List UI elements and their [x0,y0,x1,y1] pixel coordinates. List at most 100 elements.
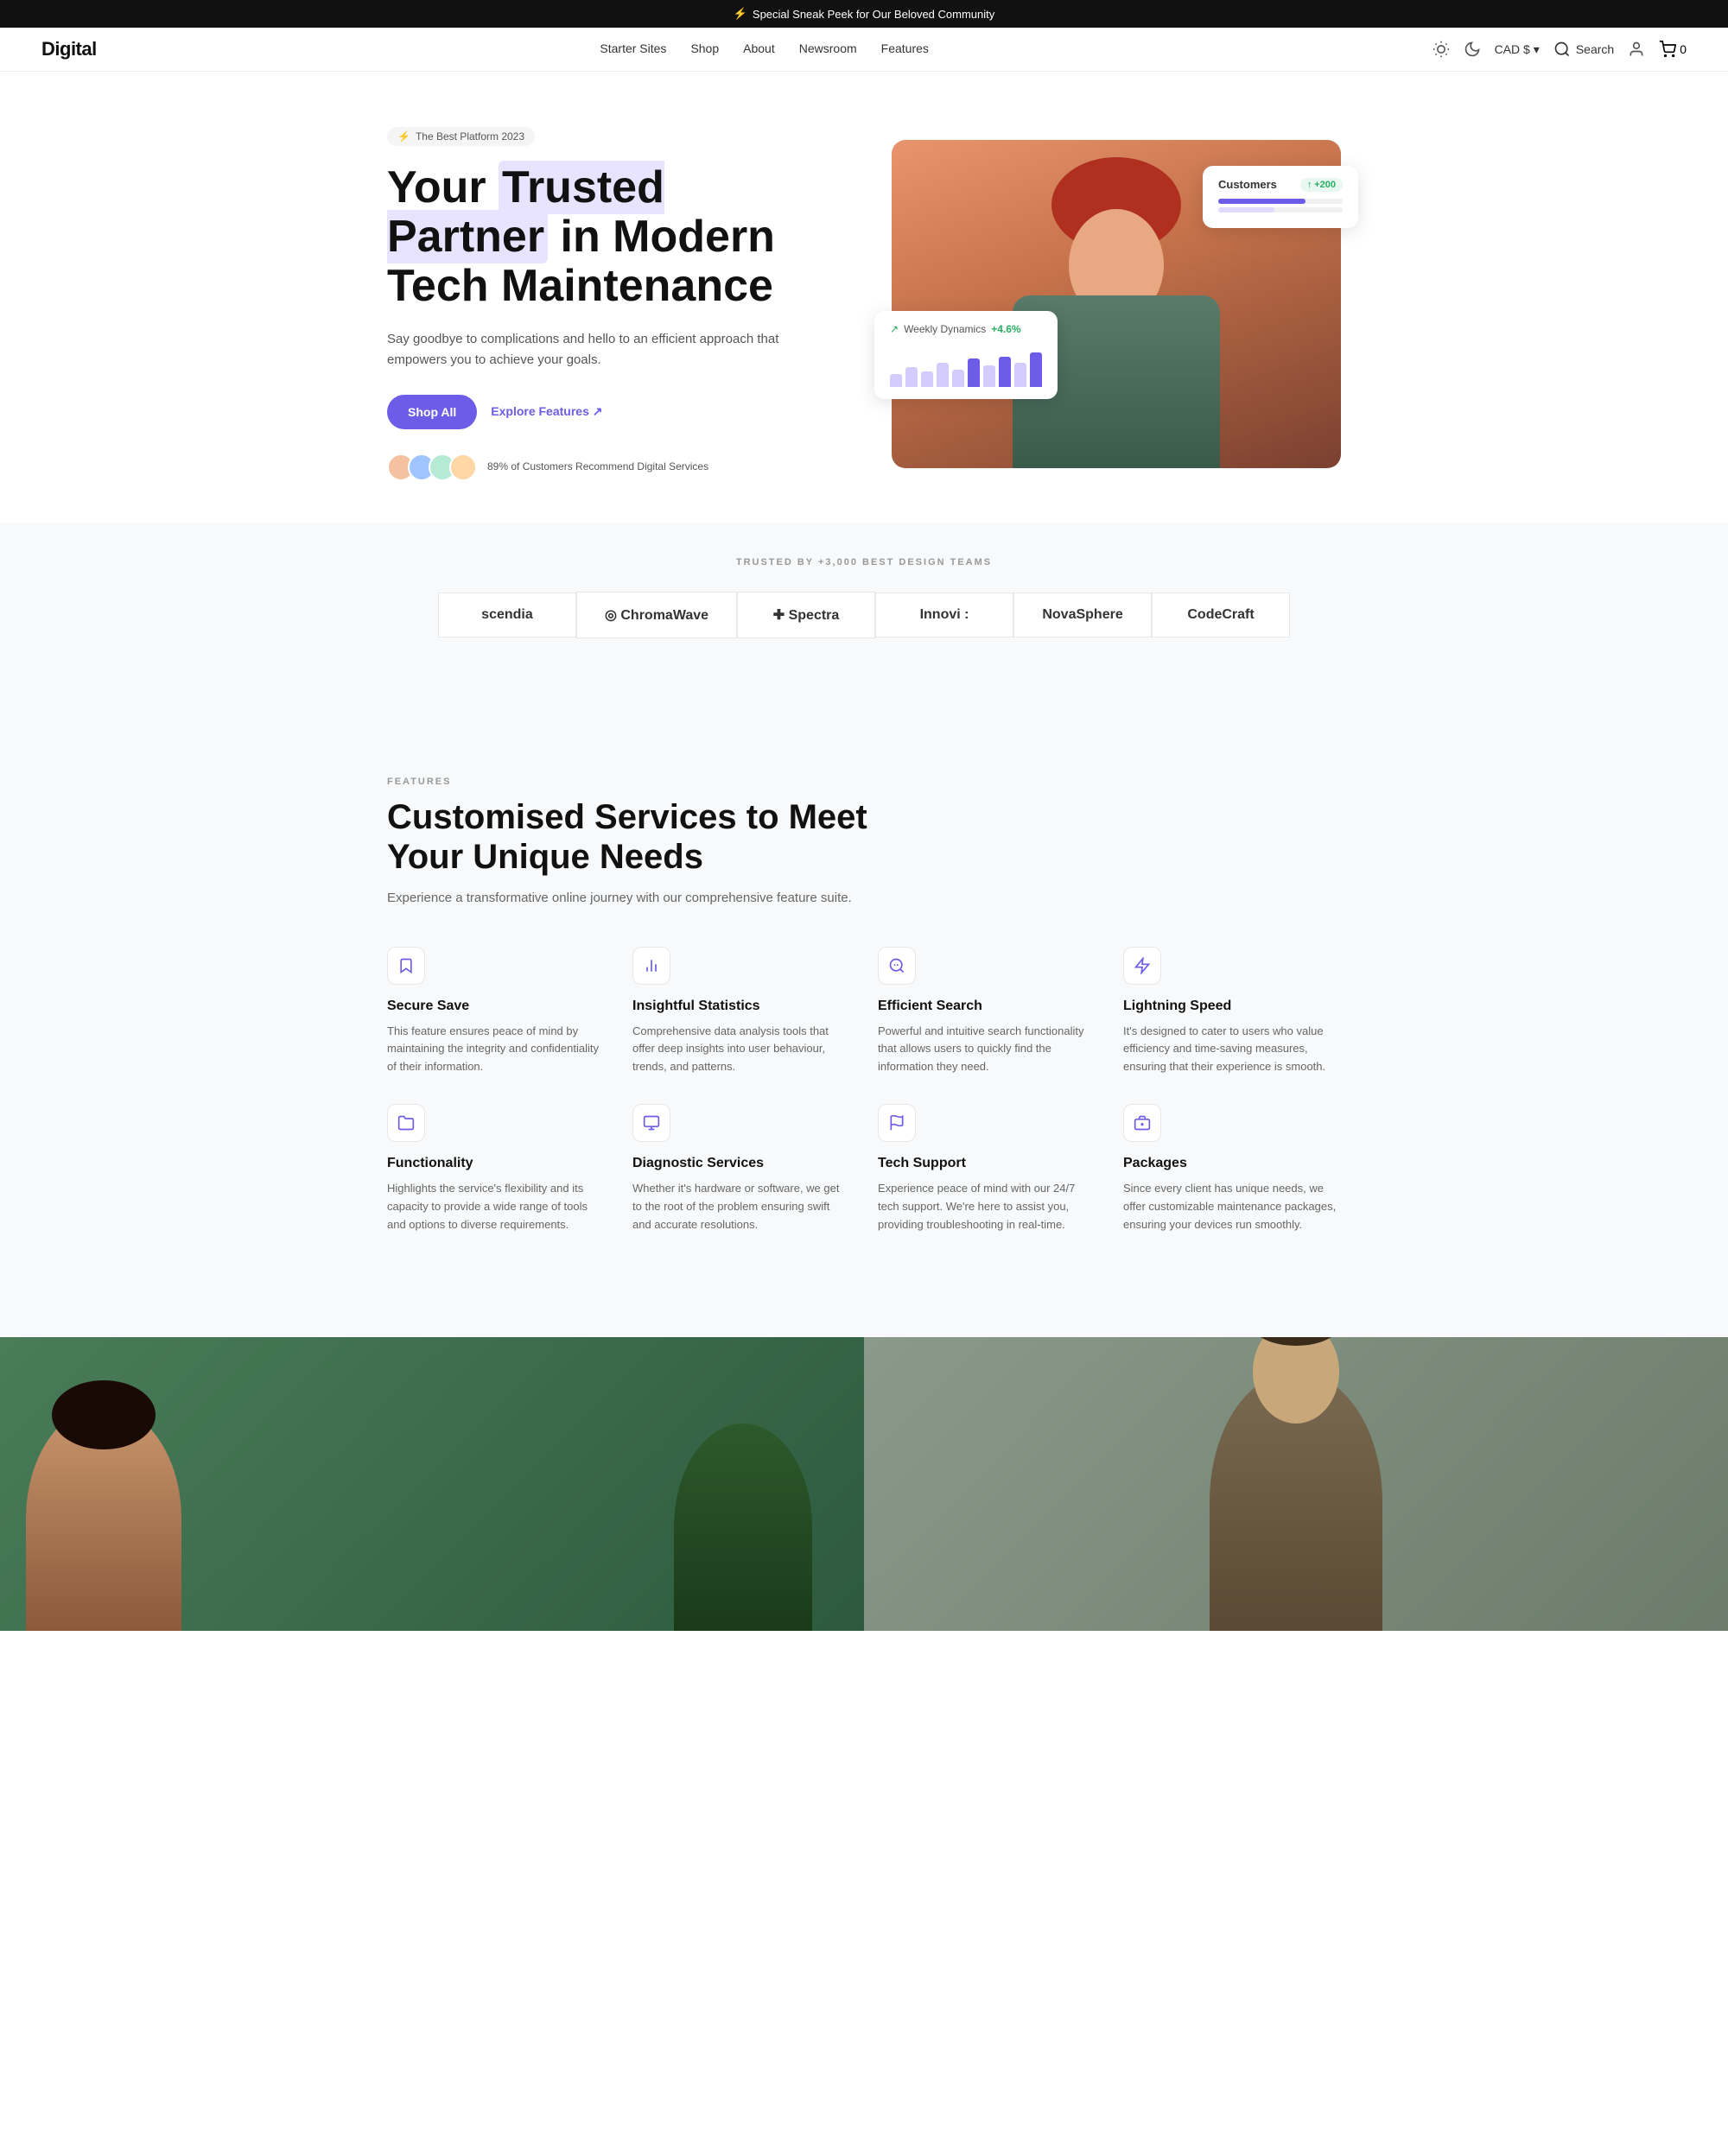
brand-name: NovaSphere [1042,607,1122,623]
feature-desc: Highlights the service's flexibility and… [387,1180,605,1233]
feature-name: Functionality [387,1156,605,1171]
features-label: FEATURES [387,777,1341,787]
feature-tech-support: Tech Support Experience peace of mind wi… [878,1104,1096,1233]
features-title: Customised Services to Meet Your Unique … [387,797,871,877]
main-nav: Starter Sites Shop About Newsroom Featur… [600,41,928,57]
efficient-search-icon [878,947,916,985]
nav-newsroom[interactable]: Newsroom [799,41,857,55]
nav-list: Starter Sites Shop About Newsroom Featur… [600,41,928,57]
hero-section: ⚡ The Best Platform 2023 Your Trusted Pa… [346,72,1382,523]
hero-left: ⚡ The Best Platform 2023 Your Trusted Pa… [387,127,802,481]
trend-icon: ↗ [890,323,899,335]
customers-float-card: Customers ↑ +200 [1203,166,1358,228]
feature-packages: Packages Since every client has unique n… [1123,1104,1341,1233]
gallery-item-2 [864,1337,1728,1631]
announcement-text: Special Sneak Peek for Our Beloved Commu… [753,8,994,21]
badge-bolt-icon: ⚡ [397,130,410,143]
brand-name: ✚ Spectra [773,606,840,624]
feature-desc: It's designed to cater to users who valu… [1123,1023,1341,1076]
brand-scendia: scendia [438,593,576,637]
logo[interactable]: Digital [41,38,97,60]
announcement-bar: ⚡ Special Sneak Peek for Our Beloved Com… [0,0,1728,28]
currency-label: CAD $ [1495,42,1530,56]
brand-chromawave: ◎ ChromaWave [576,592,737,638]
progress-bars [1218,199,1343,212]
feature-desc: Since every client has unique needs, we … [1123,1180,1341,1233]
feature-name: Packages [1123,1156,1341,1171]
hero-description: Say goodbye to complications and hello t… [387,329,802,371]
feature-desc: Comprehensive data analysis tools that o… [632,1023,850,1076]
currency-selector[interactable]: CAD $ ▾ [1495,42,1540,57]
customers-badge: ↑ +200 [1300,178,1343,192]
lightning-speed-icon [1123,947,1161,985]
diagnostic-icon [632,1104,670,1142]
feature-lightning-speed: Lightning Speed It's designed to cater t… [1123,947,1341,1076]
feature-desc: Experience peace of mind with our 24/7 t… [878,1180,1096,1233]
social-proof: 89% of Customers Recommend Digital Servi… [387,453,802,481]
chevron-down-icon: ▾ [1534,42,1540,57]
chart-label: Weekly Dynamics [904,323,986,335]
feature-secure-save: Secure Save This feature ensures peace o… [387,947,605,1076]
chart-header: ↗ Weekly Dynamics +4.6% [890,323,1042,335]
features-grid: Secure Save This feature ensures peace o… [387,947,1341,1234]
badge-text: The Best Platform 2023 [416,130,524,143]
search-button[interactable]: Search [1553,41,1614,58]
explore-features-button[interactable]: Explore Features ↗ [491,404,602,419]
feature-desc: This feature ensures peace of mind by ma… [387,1023,605,1076]
bolt-icon: ⚡ [734,7,747,21]
brand-innovi: Innovi : [875,593,1013,637]
header: Digital Starter Sites Shop About Newsroo… [0,28,1728,72]
insightful-stats-icon [632,947,670,985]
theme-light-button[interactable] [1433,41,1450,58]
cart-button[interactable]: 0 [1659,41,1687,58]
chart-value: +4.6% [991,323,1020,335]
hero-right: Customers ↑ +200 ↗ Weekly Dynamics +4.6% [892,140,1341,468]
nav-shop[interactable]: Shop [690,41,719,55]
brand-novasphere: NovaSphere [1013,593,1152,637]
hero-buttons: Shop All Explore Features ↗ [387,395,802,429]
brand-spectra: ✚ Spectra [737,592,875,638]
features-section: FEATURES Customised Services to Meet You… [346,707,1382,1303]
avatar-stack [387,453,477,481]
feature-efficient-search: Efficient Search Powerful and intuitive … [878,947,1096,1076]
search-label: Search [1576,42,1614,56]
bottom-gallery [0,1337,1728,1631]
secure-save-icon [387,947,425,985]
weekly-dynamics-card: ↗ Weekly Dynamics +4.6% [874,311,1058,399]
nav-about[interactable]: About [743,41,775,55]
nav-starter-sites[interactable]: Starter Sites [600,41,666,55]
hero-badge: ⚡ The Best Platform 2023 [387,127,535,146]
feature-name: Insightful Statistics [632,999,850,1014]
header-actions: CAD $ ▾ Search 0 [1433,41,1687,58]
feature-diagnostic: Diagnostic Services Whether it's hardwar… [632,1104,850,1233]
nav-features[interactable]: Features [881,41,929,55]
hero-title: Your Trusted Partner in Modern Tech Main… [387,163,802,312]
brand-name: Innovi : [920,607,969,623]
customers-card-title: Customers ↑ +200 [1218,178,1343,192]
social-proof-text: 89% of Customers Recommend Digital Servi… [487,460,708,474]
avatar [449,453,477,481]
feature-name: Secure Save [387,999,605,1014]
tech-support-icon [878,1104,916,1142]
feature-name: Efficient Search [878,999,1096,1014]
brand-name: scendia [481,607,533,623]
bar-chart [890,344,1042,387]
feature-name: Diagnostic Services [632,1156,850,1171]
account-button[interactable] [1628,41,1645,58]
brand-codecraft: CodeCraft [1152,593,1290,637]
brand-name: CodeCraft [1187,607,1254,623]
shop-all-button[interactable]: Shop All [387,395,477,429]
feature-name: Tech Support [878,1156,1096,1171]
feature-functionality: Functionality Highlights the service's f… [387,1104,605,1233]
theme-dark-button[interactable] [1464,41,1481,58]
hero-title-before: Your [387,162,499,212]
feature-insightful-stats: Insightful Statistics Comprehensive data… [632,947,850,1076]
feature-desc: Whether it's hardware or software, we ge… [632,1180,850,1233]
cart-count: 0 [1680,42,1687,56]
brand-name: ◎ ChromaWave [605,606,708,624]
trusted-section: TRUSTED BY +3,000 BEST DESIGN TEAMS scen… [0,523,1728,673]
functionality-icon [387,1104,425,1142]
gallery-item-1 [0,1337,864,1631]
packages-icon [1123,1104,1161,1142]
features-subtitle: Experience a transformative online journ… [387,891,1341,905]
